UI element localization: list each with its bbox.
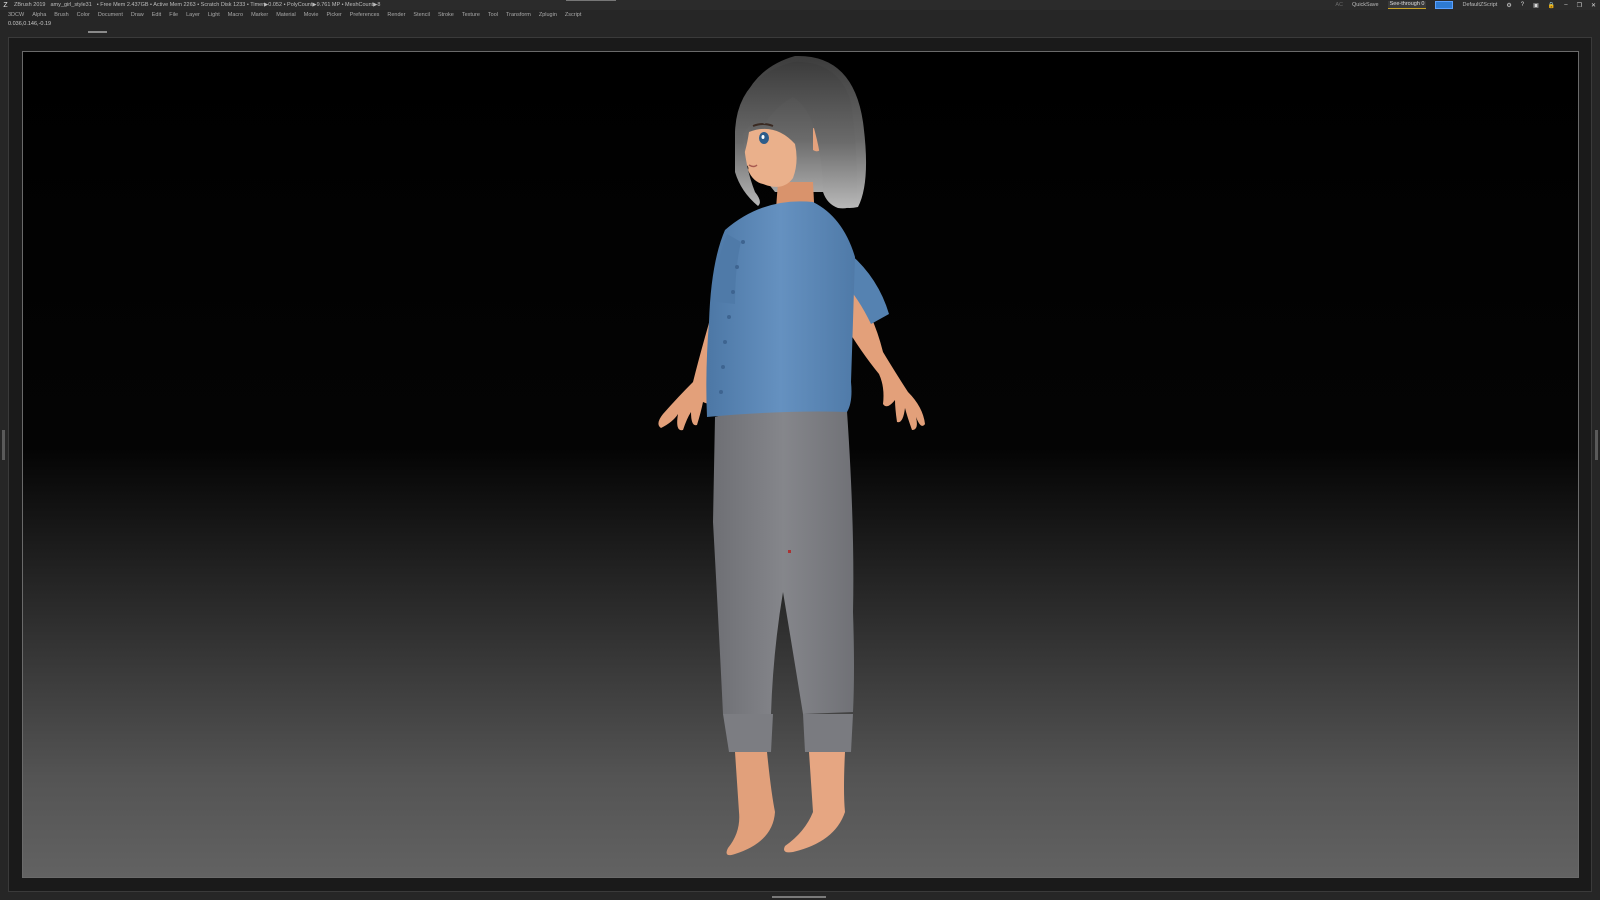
menu-preferences[interactable]: Preferences — [350, 12, 380, 18]
pant-cuff-right — [803, 714, 853, 752]
transpose-marker — [788, 550, 791, 553]
restore-icon[interactable]: ❐ — [1577, 2, 1582, 9]
right-tray-handle[interactable] — [1595, 430, 1598, 460]
pants — [713, 397, 854, 714]
ac-toggle[interactable]: AC — [1335, 2, 1343, 8]
default-zscript-button[interactable]: DefaultZScript — [1462, 2, 1497, 8]
settings-icon[interactable]: ⚙ — [1506, 2, 1511, 9]
memory-stats: • Free Mem 2.437GB • Active Mem 2263 • S… — [96, 2, 381, 8]
menu-alpha[interactable]: Alpha — [32, 12, 46, 18]
minimize-icon[interactable]: – — [1564, 2, 1567, 8]
menu-macro[interactable]: Macro — [228, 12, 243, 18]
menu-material[interactable]: Material — [276, 12, 296, 18]
coordinates-readout: 0.036,0.146,-0.19 — [8, 21, 52, 27]
see-through-slider[interactable]: See-through 0 — [1387, 1, 1427, 9]
menu-brush[interactable]: Brush — [54, 12, 68, 18]
menu-stroke[interactable]: Stroke — [438, 12, 454, 18]
menu-zplugin[interactable]: Zplugin — [539, 12, 557, 18]
lock-icon[interactable]: 🔒 — [1548, 2, 1555, 9]
3d-character-model[interactable] — [23, 52, 1579, 878]
menu-transform[interactable]: Transform — [506, 12, 531, 18]
menu-zscript[interactable]: Zscript — [565, 12, 582, 18]
quicksave-button[interactable]: QuickSave — [1352, 2, 1379, 8]
menu-3dcw[interactable]: 3DCW — [8, 12, 24, 18]
menu-render[interactable]: Render — [387, 12, 405, 18]
menu-marker[interactable]: Marker — [251, 12, 268, 18]
title-bar: Z ZBrush 2019 amy_girl_style31 • Free Me… — [0, 0, 1600, 10]
left-tray-handle[interactable] — [2, 430, 5, 460]
help-icon[interactable]: ? — [1521, 2, 1524, 8]
menu-edit[interactable]: Edit — [152, 12, 161, 18]
layout-icon[interactable]: ▣ — [1533, 2, 1539, 9]
menu-tool[interactable]: Tool — [488, 12, 498, 18]
menu-light[interactable]: Light — [208, 12, 220, 18]
pant-cuff-left — [723, 714, 773, 752]
right-foot — [784, 752, 845, 853]
shirt — [706, 201, 855, 417]
main-menu-bar: 3DCW Alpha Brush Color Document Draw Edi… — [0, 10, 1600, 20]
document-viewport[interactable] — [22, 51, 1579, 878]
menu-texture[interactable]: Texture — [462, 12, 480, 18]
see-through-label: See-through — [1389, 1, 1420, 7]
shelf-scroll-handle[interactable] — [88, 31, 107, 33]
document-name: amy_girl_style31 — [50, 2, 92, 8]
see-through-value: 0 — [1421, 1, 1425, 7]
menu-picker[interactable]: Picker — [326, 12, 341, 18]
menus-toggle-button[interactable] — [1435, 1, 1454, 9]
left-foot — [726, 752, 775, 856]
menu-movie[interactable]: Movie — [304, 12, 319, 18]
close-icon[interactable]: ✕ — [1591, 2, 1596, 9]
menu-file[interactable]: File — [169, 12, 178, 18]
menu-color[interactable]: Color — [77, 12, 90, 18]
bottom-tray-handle[interactable] — [772, 896, 826, 898]
menu-draw[interactable]: Draw — [131, 12, 144, 18]
menu-document[interactable]: Document — [98, 12, 123, 18]
zbrush-logo-icon[interactable]: Z — [2, 2, 9, 9]
menu-layer[interactable]: Layer — [186, 12, 200, 18]
menu-stencil[interactable]: Stencil — [413, 12, 430, 18]
app-name: ZBrush 2019 — [14, 2, 46, 8]
progress-indicator — [566, 0, 616, 1]
